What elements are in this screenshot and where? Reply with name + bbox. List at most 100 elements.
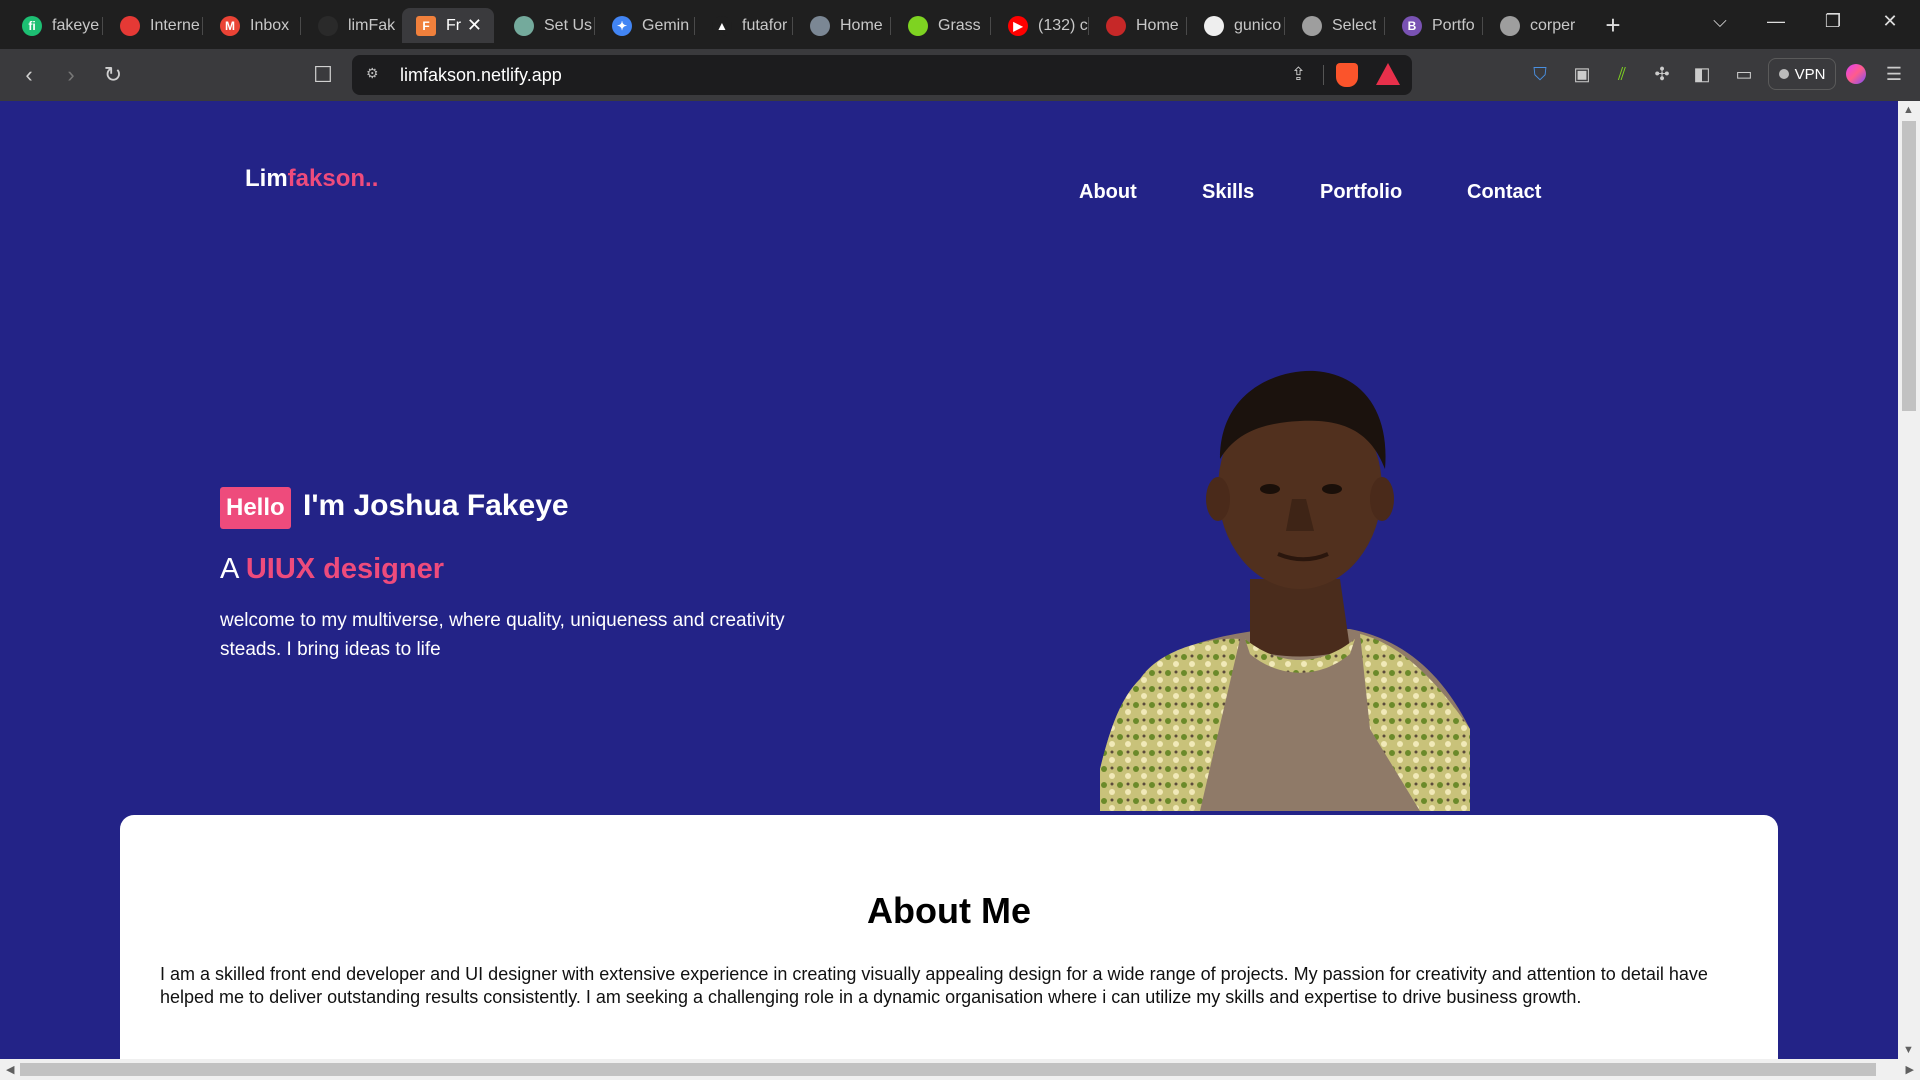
tab-separator	[1088, 17, 1089, 35]
tab-separator	[1284, 17, 1285, 35]
bookmark-icon[interactable]: ☐	[308, 61, 338, 89]
minimize-button[interactable]: —	[1756, 6, 1796, 36]
about-title: About Me	[867, 890, 1031, 931]
browser-tab[interactable]: fi fakeye	[8, 8, 103, 43]
scroll-right-arrow-icon[interactable]: ▶	[1906, 1063, 1914, 1076]
browser-tab[interactable]: Set Us	[500, 8, 595, 43]
browser-tab[interactable]: Grass	[894, 8, 989, 43]
forward-button[interactable]: ›	[56, 61, 86, 89]
browser-tab[interactable]: F Fr ✕	[402, 8, 494, 43]
tab-separator	[890, 17, 891, 35]
browser-tab[interactable]: M Inbox	[206, 8, 301, 43]
site-settings-icon[interactable]: ⚙	[366, 65, 386, 85]
new-tab-button[interactable]: +	[1598, 10, 1628, 40]
tab-separator	[300, 17, 301, 35]
share-icon[interactable]: ⇪	[1291, 64, 1306, 85]
browser-tab-title: Fr	[446, 16, 462, 34]
tab-search-chevron-icon[interactable]: ⌵	[1700, 6, 1740, 36]
sidebar-toggle-icon[interactable]: ◧	[1690, 62, 1714, 86]
triangle-icon: ▲	[712, 15, 732, 36]
close-window-button[interactable]: ✕	[1870, 6, 1910, 36]
speedometer-icon	[120, 15, 140, 36]
browser-tab-title: corper	[1530, 16, 1576, 34]
vertical-scroll-thumb[interactable]	[1902, 121, 1916, 411]
browser-tab[interactable]: Interne	[106, 8, 201, 43]
tab-separator	[792, 17, 793, 35]
address-bar-divider	[1323, 65, 1324, 85]
gemini-icon: ✦	[612, 15, 632, 36]
browser-tab-title: Home	[840, 16, 883, 34]
browser-tab-title: fakeye	[52, 16, 100, 34]
fiverr-icon: fi	[22, 15, 42, 36]
vertical-scrollbar[interactable]: ▲ ▼	[1898, 101, 1920, 1059]
netlify-icon	[318, 15, 338, 36]
horizontal-scrollbar[interactable]: ◀ ▶	[0, 1059, 1920, 1080]
vpn-label: VPN	[1794, 65, 1826, 83]
tab-separator	[202, 17, 203, 35]
browser-tab-title: Portfo	[1432, 16, 1475, 34]
logo-part-accent: fakson..	[287, 165, 379, 192]
scroll-up-arrow-icon[interactable]: ▲	[1903, 104, 1914, 116]
browser-tab-title: limFak	[348, 16, 396, 34]
profile-avatar-icon[interactable]	[1844, 62, 1868, 86]
bootstrap-icon: B	[1402, 15, 1422, 36]
hero-role-line: A UIUX designer	[220, 553, 444, 586]
back-button[interactable]: ‹	[14, 61, 44, 89]
browser-tab-title: Gemin	[642, 16, 690, 34]
browser-tab[interactable]: corper	[1486, 8, 1581, 43]
maximize-button[interactable]: ❐	[1813, 6, 1853, 36]
tab-separator	[990, 17, 991, 35]
reload-button[interactable]: ↻	[98, 61, 128, 89]
grass-icon	[908, 15, 928, 36]
browser-tab[interactable]: gunico	[1190, 8, 1285, 43]
browser-toolbar: ‹ › ↻ ☐ ⚙ limfakson.netlify.app ⇪ ⛉ ▣ ⫽ …	[0, 49, 1920, 101]
hero-intro-text: welcome to my multiverse, where quality,…	[220, 610, 785, 660]
nav-link-skills[interactable]: Skills	[1202, 181, 1254, 204]
browser-tab[interactable]: Home	[796, 8, 891, 43]
browser-tab[interactable]: Home	[1092, 8, 1187, 43]
browser-tab[interactable]: Select	[1288, 8, 1383, 43]
page-viewport: Limfakson.. About Skills Portfolio Conta…	[0, 101, 1898, 1059]
wallet-icon[interactable]: ▭	[1732, 62, 1756, 86]
scroll-down-arrow-icon[interactable]: ▼	[1903, 1044, 1914, 1056]
close-tab-icon[interactable]: ✕	[467, 15, 482, 36]
scroll-left-arrow-icon[interactable]: ◀	[6, 1063, 14, 1076]
browser-tab[interactable]: ▶ (132) c	[994, 8, 1089, 43]
extensions-puzzle-icon[interactable]: ✣	[1650, 62, 1674, 86]
bitwarden-icon[interactable]: ⛉	[1528, 62, 1552, 86]
browser-tab-title: Set Us	[544, 16, 593, 34]
browser-tab-title: Home	[1136, 16, 1179, 34]
browser-tab[interactable]: limFak	[304, 8, 399, 43]
grass-extension-icon[interactable]: ⫽	[1610, 62, 1634, 86]
tab-separator	[694, 17, 695, 35]
globe-icon	[1500, 15, 1520, 36]
nav-link-about[interactable]: About	[1079, 181, 1137, 204]
browser-tab-title: Grass	[938, 16, 981, 34]
tab-separator	[1186, 17, 1187, 35]
nav-link-portfolio[interactable]: Portfolio	[1320, 181, 1402, 204]
screenshot-extension-icon[interactable]: ▣	[1570, 62, 1594, 86]
brave-rewards-icon[interactable]	[1376, 63, 1400, 85]
browser-tab[interactable]: ✦ Gemin	[598, 8, 693, 43]
tab-separator	[594, 17, 595, 35]
hexagon-icon	[1204, 15, 1224, 36]
browser-tab[interactable]: ▲ futafor	[698, 8, 793, 43]
vpn-button[interactable]: VPN	[1768, 58, 1836, 90]
browser-tab-title: Select	[1332, 16, 1377, 34]
about-section: About Me I am a skilled front end develo…	[120, 815, 1778, 1059]
menu-hamburger-icon[interactable]: ☰	[1882, 62, 1906, 86]
tab-separator	[1482, 17, 1483, 35]
browser-tab-title: (132) c	[1038, 16, 1088, 34]
browser-tab[interactable]: B Portfo	[1388, 8, 1483, 43]
horizontal-scroll-thumb[interactable]	[20, 1063, 1876, 1076]
red-figure-icon	[1106, 15, 1126, 36]
profile-photo	[1100, 370, 1470, 811]
nav-link-contact[interactable]: Contact	[1467, 181, 1541, 204]
chatgpt-icon	[514, 15, 534, 36]
brave-shields-icon[interactable]	[1336, 63, 1358, 87]
browser-tab-title: futafor	[742, 16, 788, 34]
site-logo[interactable]: Limfakson..	[245, 165, 378, 193]
hello-badge: Hello	[220, 487, 291, 529]
address-bar[interactable]: ⚙ limfakson.netlify.app ⇪	[352, 55, 1412, 95]
url-text[interactable]: limfakson.netlify.app	[400, 65, 562, 86]
